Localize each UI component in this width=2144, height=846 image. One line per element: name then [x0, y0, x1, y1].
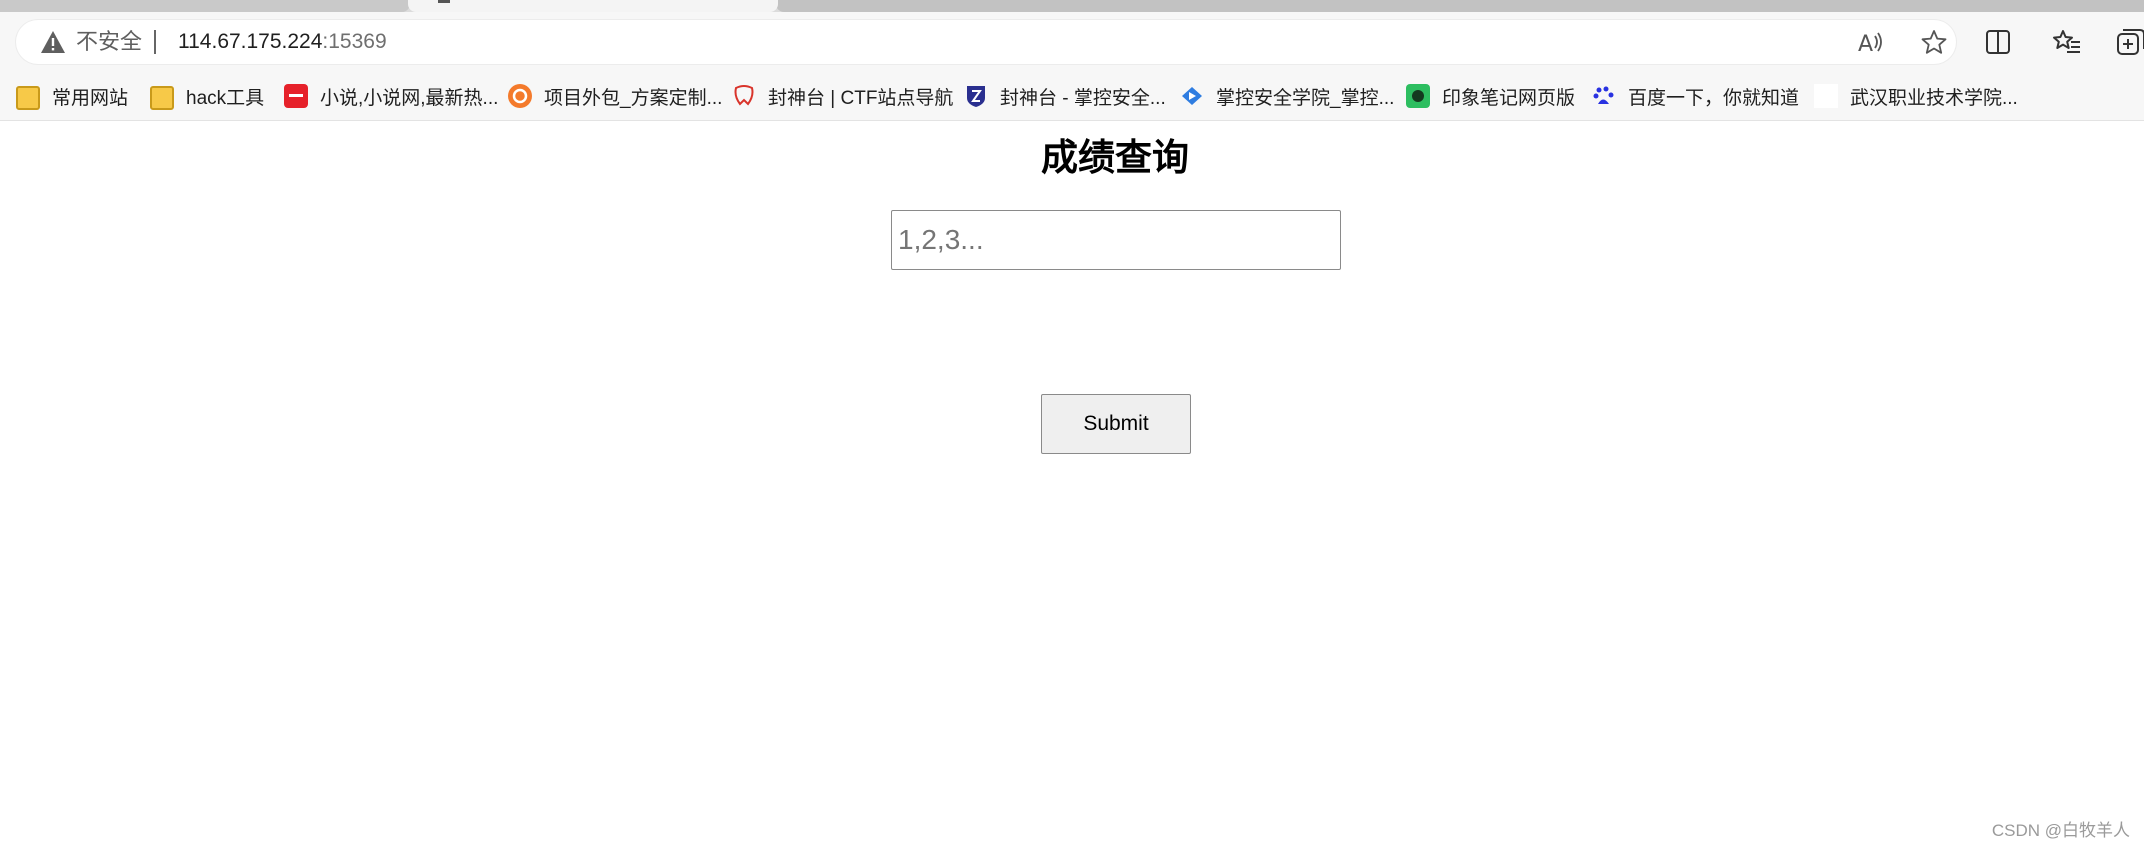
bookmark-fengshentai-zkaq[interactable]: 封神台 - 掌控安全... [964, 81, 1166, 111]
query-input[interactable] [891, 210, 1341, 270]
tab-favicon [438, 0, 450, 3]
bookmark-folder-common-sites[interactable]: 常用网站 [16, 81, 128, 111]
favorites-list-icon[interactable] [2052, 28, 2082, 56]
tab-inactive[interactable] [0, 0, 410, 12]
split-screen-icon[interactable] [1984, 28, 2014, 56]
bookmark-label: 项目外包_方案定制... [544, 87, 723, 109]
bookmark-zkaq-academy[interactable]: 掌控安全学院_掌控... [1180, 81, 1394, 111]
address-separator [154, 30, 156, 54]
collections-icon[interactable] [2116, 28, 2144, 56]
bookmark-novel-site[interactable]: 小说,小说网,最新热... [284, 81, 498, 111]
folder-icon [150, 85, 174, 110]
tab-strip-background [776, 0, 2144, 12]
bookmark-wuhan-college[interactable]: 武汉职业技术学院... [1814, 81, 2018, 111]
outsource-icon [508, 84, 532, 108]
warning-triangle-icon[interactable] [40, 30, 66, 54]
bookmark-label: 封神台 | CTF站点导航 [768, 87, 954, 109]
read-aloud-icon[interactable]: A [1856, 29, 1884, 55]
bookmark-label: 小说,小说网,最新热... [320, 87, 499, 109]
star-icon[interactable] [1920, 29, 1948, 55]
bookmark-label: 封神台 - 掌控安全... [1000, 87, 1166, 109]
baidu-paw-icon [1593, 86, 1614, 104]
blank-page-icon [1814, 84, 1838, 108]
browser-toolbar: 不安全 114.67.175.224:15369 A [0, 12, 2144, 72]
url-host: 114.67.175.224 [178, 30, 323, 53]
bookmark-label: 常用网站 [52, 87, 129, 109]
bookmark-label: 掌控安全学院_掌控... [1216, 87, 1395, 109]
watermark: CSDN @白牧羊人 [1991, 821, 2130, 840]
tab-active[interactable] [408, 0, 778, 12]
bookmark-baidu[interactable]: 百度一下，你就知道 [1592, 81, 1799, 111]
bookmark-label: 武汉职业技术学院... [1850, 87, 2018, 109]
security-status-label[interactable]: 不安全 [76, 29, 142, 55]
bookmark-outsource-site[interactable]: 项目外包_方案定制... [508, 81, 722, 111]
bookmark-fengshentai-nav[interactable]: 封神台 | CTF站点导航 [732, 81, 953, 111]
page-title: 成绩查询 [1041, 136, 1189, 179]
fengshentai-icon [734, 85, 754, 106]
bookmark-evernote[interactable]: 印象笔记网页版 [1406, 81, 1575, 111]
folder-icon [16, 85, 40, 110]
qidian-icon [284, 84, 308, 108]
evernote-icon [1406, 84, 1430, 108]
url-port: :15369 [322, 30, 387, 53]
bookmark-label: 印象笔记网页版 [1442, 87, 1576, 109]
bookmark-label: hack工具 [186, 87, 265, 109]
bookmarks-bar: 常用网站 hack工具 小说,小说网,最新热... 项目外包_方案定制... 封… [0, 72, 2144, 121]
shield-logo-icon [967, 86, 985, 107]
submit-button[interactable]: Submit [1041, 394, 1191, 454]
svg-text:A: A [1858, 32, 1873, 55]
url-text[interactable]: 114.67.175.224:15369 [178, 29, 387, 55]
address-bar[interactable]: 不安全 114.67.175.224:15369 A [16, 20, 1956, 64]
bookmark-folder-hack-tools[interactable]: hack工具 [150, 81, 264, 111]
zkaq-icon [1182, 87, 1202, 105]
bookmark-label: 百度一下，你就知道 [1628, 87, 1800, 109]
